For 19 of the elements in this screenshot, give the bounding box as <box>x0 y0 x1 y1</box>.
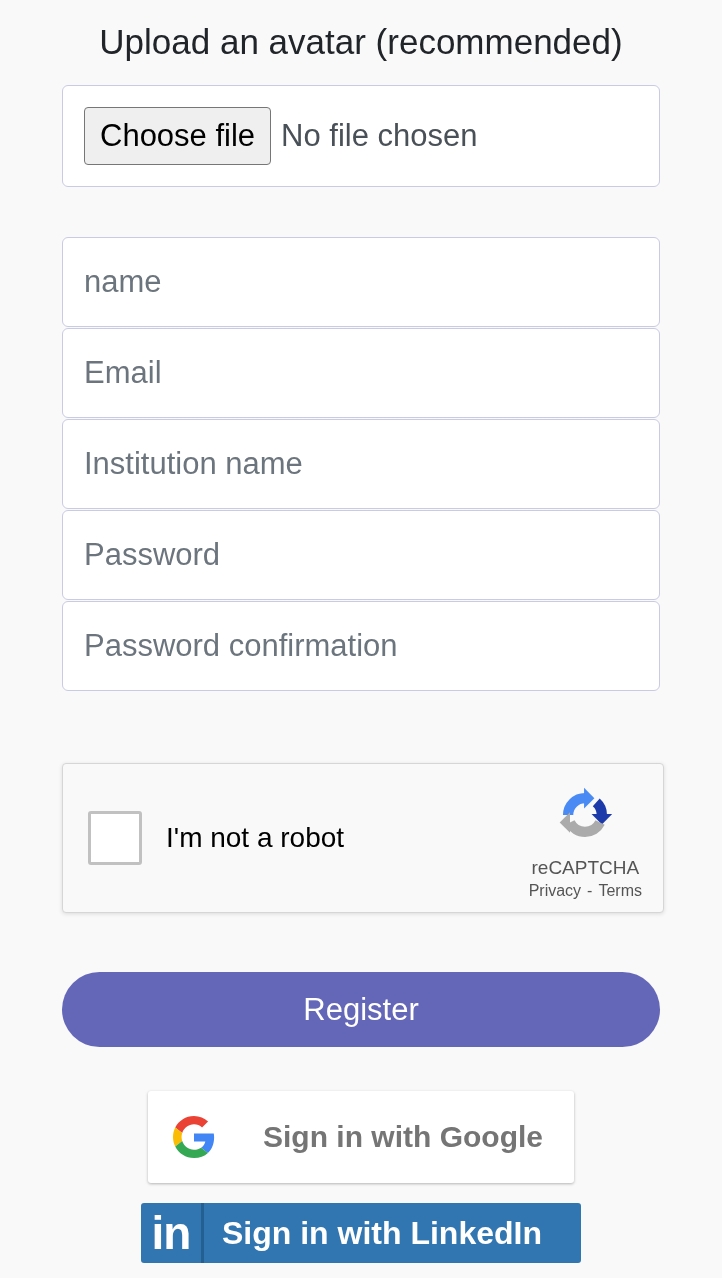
input-field[interactable]: name <box>62 237 660 327</box>
linkedin-sign-in-button[interactable]: in Sign in with LinkedIn <box>141 1203 581 1263</box>
upload-avatar-heading: Upload an avatar (recommended) <box>99 21 623 63</box>
terms-link[interactable]: Terms <box>598 882 642 900</box>
recaptcha-brand-text: reCAPTCHA <box>531 857 640 879</box>
choose-file-button[interactable]: Choose file <box>84 107 272 165</box>
linkedin-logo: in <box>141 1203 204 1263</box>
link-separator: - <box>587 882 593 900</box>
google-sign-in-button[interactable]: Sign in with Google <box>148 1091 574 1183</box>
input-field[interactable]: Password confirmation <box>62 601 660 691</box>
input-field[interactable]: Password <box>62 510 660 600</box>
register-button[interactable]: Register <box>62 972 660 1047</box>
file-status-text: No file chosen <box>281 118 478 154</box>
privacy-link[interactable]: Privacy <box>528 882 582 900</box>
captcha-label: I'm not a robot <box>166 822 345 854</box>
captcha-checkbox[interactable] <box>88 811 142 865</box>
input-field[interactable]: Institution name <box>62 419 660 509</box>
input-field[interactable]: Email <box>62 328 660 418</box>
google-logo-icon <box>173 1116 215 1158</box>
